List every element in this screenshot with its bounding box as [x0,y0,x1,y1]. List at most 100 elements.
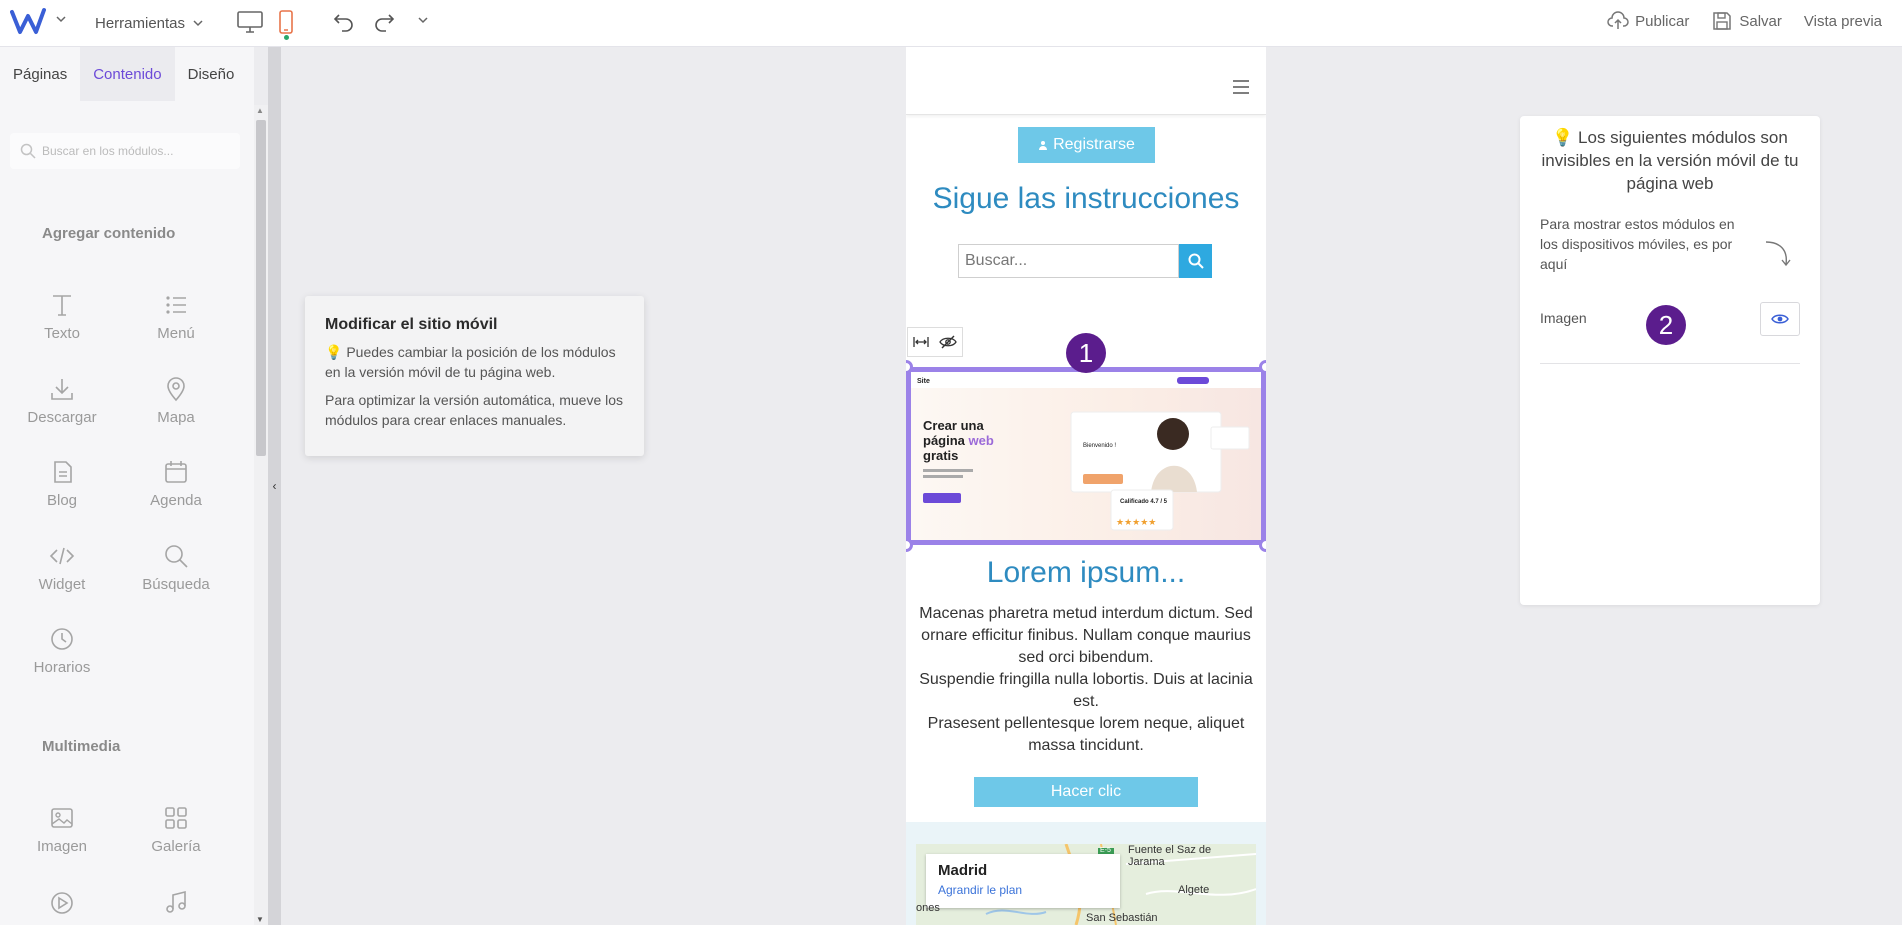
lorem-paragraph: Suspendie fringilla nulla lobortis. Duis… [919,671,1253,710]
tip-text: 💡 Puedes cambiar la posición de los módu… [325,342,624,382]
document-icon [54,461,72,483]
cloud-upload-icon [1607,11,1629,29]
code-icon [49,547,75,565]
lorem-paragraph: Macenas pharetra metud interdum dictum. … [919,605,1253,666]
eye-off-icon[interactable] [939,335,957,349]
module-image[interactable]: Imagen [12,804,112,855]
module-search[interactable]: Búsqueda [126,542,226,593]
map-label: Algete [1178,884,1210,896]
module-label: Horarios [33,659,91,676]
svg-text:★★★★★: ★★★★★ [1116,517,1156,527]
section-heading: Sigue las instrucciones [932,182,1240,215]
lorem-paragraph: Prasesent pellentesque lorem neque, aliq… [927,715,1245,754]
redo-icon[interactable] [372,9,396,33]
module-label: Imagen [36,838,88,855]
cta-button[interactable]: Hacer clic [974,777,1198,807]
tab-pages[interactable]: Páginas [0,47,80,101]
map-label: ones [916,902,940,914]
map-section: Madrid Agrandir le plan Fuente el Saz de… [906,822,1266,925]
step-badge-1: 1 [1066,333,1106,373]
save-button[interactable]: Salvar [1711,10,1782,32]
resize-handle-top-right[interactable] [1259,360,1266,374]
hidden-module-name: Imagen [1540,310,1587,326]
site-search-input[interactable] [958,244,1179,278]
undo-icon[interactable] [332,9,356,33]
tools-menu[interactable]: Herramientas [95,11,205,35]
module-label: Agenda [150,492,202,509]
module-label: Blog [46,492,78,509]
publish-button[interactable]: Publicar [1607,10,1689,32]
module-map[interactable]: Mapa [126,375,226,426]
module-schedule[interactable]: Horarios [12,625,112,676]
module-label: Widget [38,576,86,593]
module-text[interactable]: Texto [12,291,112,342]
hidden-modules-title: 💡 Los siguientes módulos son invisibles … [1540,126,1800,195]
hidden-modules-title-text: Los siguientes módulos son invisibles en… [1541,128,1799,193]
map-enlarge-link[interactable]: Agrandir le plan [938,883,1108,897]
module-search [10,133,240,169]
panel-tabs: Páginas Contenido Diseño [0,47,254,101]
module-blog[interactable]: Blog [12,458,112,509]
chevron-down-icon[interactable] [416,13,430,27]
tab-design[interactable]: Diseño [175,47,248,101]
map-view[interactable]: Madrid Agrandir le plan Fuente el Saz de… [916,844,1256,925]
tip-title: Modificar el sitio móvil [325,316,498,333]
module-search-input[interactable] [42,144,232,158]
register-button[interactable]: Registrarse [1018,127,1155,163]
tools-menu-label: Herramientas [95,14,186,32]
module-label: Menú [157,325,195,342]
site-header [906,47,1266,115]
list-icon [166,296,186,314]
preview-label: Vista previa [1803,12,1882,30]
svg-text:Site: Site [917,378,930,385]
image-module-selected[interactable]: Site Crear una página web gratis Bienven… [906,360,1266,552]
logo-icon[interactable] [10,6,46,36]
panel-scrollbar-thumb[interactable] [256,120,266,456]
preview-headline-2a: página [923,433,969,448]
module-gallery[interactable]: Galería [126,804,226,855]
module-agenda[interactable]: Agenda [126,458,226,509]
active-device-indicator [284,35,289,40]
site-search-button[interactable] [1179,244,1212,278]
search-icon [1188,253,1204,269]
tab-content[interactable]: Contenido [80,47,175,101]
preview-headline-2b: web [968,433,994,448]
map-info-card: Madrid Agrandir le plan [926,854,1120,908]
hamburger-menu-icon[interactable] [1232,79,1250,95]
floppy-disk-icon [1713,12,1732,30]
section-title-multimedia: Multimedia [42,738,121,755]
mobile-edit-tip: Modificar el sitio móvil 💡 Puedes cambia… [305,296,644,456]
mobile-preview: Registrarse Sigue las instrucciones Site [906,47,1266,925]
chevron-down-icon[interactable] [54,12,68,26]
module-label: Texto [44,325,80,342]
lorem-text: Macenas pharetra metud interdum dictum. … [916,603,1256,757]
module-download[interactable]: Descargar [12,375,112,426]
hero-image-artwork: Site Crear una página web gratis Bienven… [911,372,1261,531]
module-menu[interactable]: Menú [126,291,226,342]
map-label: San Sebastián [1086,912,1158,924]
map-pin-icon [167,377,185,402]
save-label: Salvar [1739,12,1782,30]
tip-text-2: Para optimizar la versión automática, mu… [325,392,624,428]
scroll-down-arrow-icon[interactable]: ▼ [256,915,264,924]
desktop-view-icon[interactable] [236,10,264,34]
grid-icon [165,807,187,829]
preview-headline-3: gratis [923,448,958,463]
scroll-up-arrow-icon[interactable]: ▲ [256,106,264,115]
module-audio[interactable] [126,889,226,923]
preview-headline-1: Crear una [923,418,984,433]
stretch-width-icon[interactable] [913,335,929,349]
image-icon [51,808,73,828]
module-video[interactable] [12,889,112,923]
resize-handle-bottom-right[interactable] [1259,538,1266,552]
top-toolbar: Herramientas Publicar Salvar Vista previ… [0,0,1902,47]
show-module-button[interactable] [1760,302,1800,336]
hidden-modules-description: Para mostrar estos módulos en los dispos… [1540,216,1735,272]
play-circle-icon [51,892,73,914]
module-widget[interactable]: Widget [12,542,112,593]
preview-button[interactable]: Vista previa [1804,13,1882,30]
collapse-panel-button[interactable]: ‹ [268,47,281,925]
divider [1540,363,1800,364]
search-icon [20,143,36,159]
module-label: Galería [151,838,201,855]
